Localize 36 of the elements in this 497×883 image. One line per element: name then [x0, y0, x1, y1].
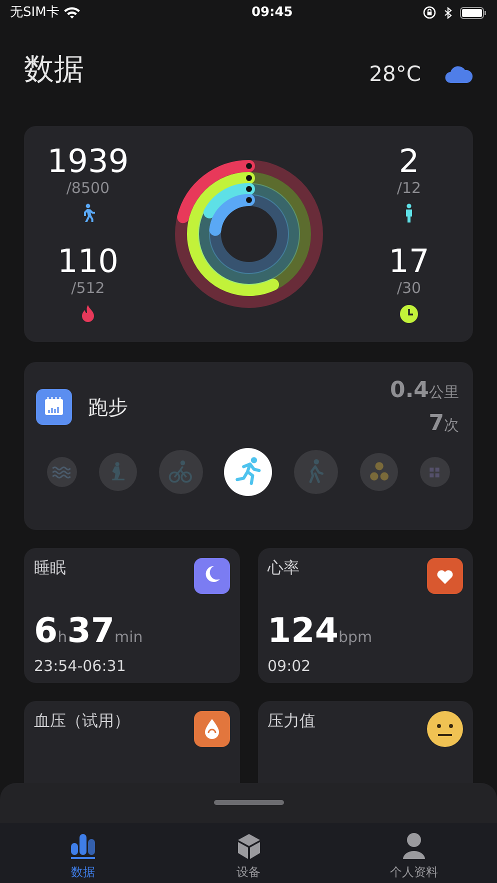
sport-title: 跑步	[88, 394, 128, 421]
status-time: 09:45	[251, 4, 293, 22]
page-title: 数据	[24, 51, 84, 89]
tab-button[interactable]: 设备	[166, 823, 332, 883]
distance-unit: 公里	[429, 382, 459, 403]
tile-title: 血压（试用）	[34, 710, 130, 732]
calendar-chart-icon	[36, 389, 72, 425]
sport-mode-button[interactable]	[224, 448, 272, 496]
battery-icon	[460, 6, 487, 18]
tile-value: 124bpm	[268, 614, 374, 648]
stand-goal: /12	[396, 178, 422, 198]
calories-value: 110	[57, 245, 119, 277]
tile-title: 心率	[268, 557, 300, 579]
count-unit: 次	[444, 415, 459, 436]
steps-value: 1939	[47, 144, 129, 176]
wifi-icon	[63, 6, 82, 19]
tile-title: 压力值	[268, 710, 316, 732]
steps-goal: /8500	[66, 178, 110, 198]
count-value: 7	[428, 410, 444, 438]
drag-handle[interactable]	[214, 800, 284, 805]
tile-detail: 23:54-06:31	[34, 656, 127, 676]
tile-detail: 09:02	[268, 656, 312, 676]
stand-value: 2	[398, 144, 420, 176]
rotation-lock-icon	[422, 6, 436, 19]
carrier-label: 无SIM卡	[10, 4, 60, 22]
temperature-label: 28°C	[369, 61, 421, 88]
distance-value: 0.4	[390, 377, 429, 405]
tile-title: 睡眠	[34, 557, 66, 579]
bluetooth-icon	[444, 6, 452, 18]
tab-button[interactable]: 个人资料	[331, 823, 497, 883]
minutes-value: 17	[388, 245, 430, 277]
tile-value: 6h 37 min	[34, 614, 144, 648]
minutes-goal: /30	[396, 278, 422, 299]
calories-goal: /512	[71, 278, 105, 299]
tab-button[interactable]: 数据	[0, 823, 166, 883]
cloud-icon	[445, 66, 473, 84]
